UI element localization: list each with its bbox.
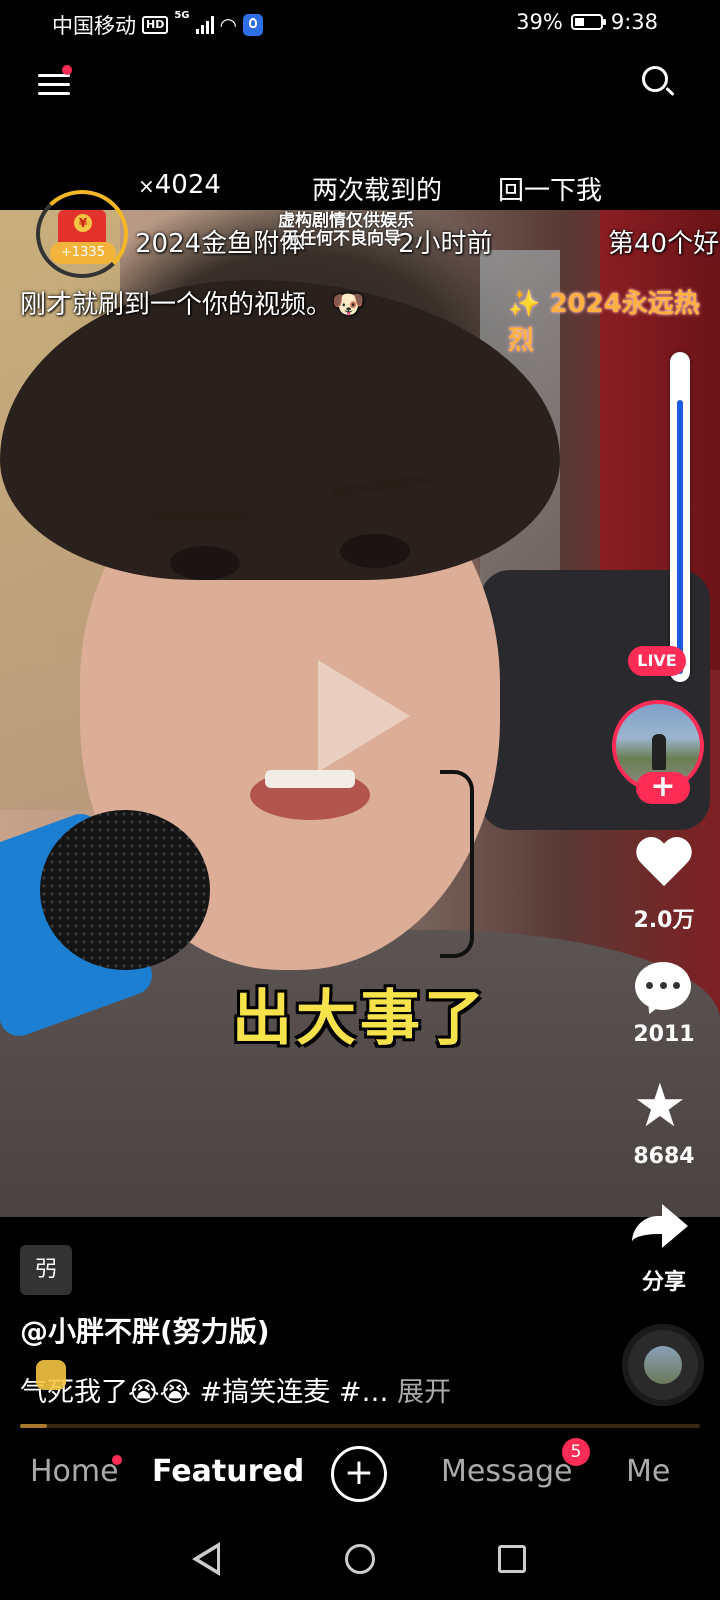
video-player[interactable]: 出大事了	[0, 210, 720, 1217]
wifi-icon: ◠	[219, 13, 237, 37]
comment-count: 2011	[633, 1022, 695, 1047]
status-bar: 中国移动 HD 5G ◠ 39% 9:38	[0, 0, 720, 50]
like-icon[interactable]	[636, 838, 692, 894]
share-label[interactable]: 分享	[612, 1264, 716, 1296]
danmaku-item: 回一下我	[498, 176, 603, 206]
video-progress-bar[interactable]	[20, 1424, 700, 1428]
play-icon[interactable]	[318, 660, 410, 772]
search-icon[interactable]	[642, 66, 676, 100]
danmaku-item: 刚才就刷到一个你的视频。🐶	[20, 290, 365, 320]
network-type: 5G	[174, 10, 190, 21]
video-subject	[440, 770, 474, 958]
disclaimer-line2: 无任何不良向导	[282, 229, 401, 249]
scroll-thumb	[677, 400, 683, 674]
create-button[interactable]: +	[331, 1446, 387, 1502]
sparkle-danmaku: ✨ 2024永远热烈	[508, 289, 700, 356]
status-right: 39% 9:38	[516, 10, 658, 34]
home-icon[interactable]	[345, 1544, 375, 1574]
tab-home[interactable]: Home	[30, 1454, 119, 1489]
carrier-label: 中国移动	[52, 14, 136, 38]
avatar-image	[652, 734, 666, 770]
live-badge: LIVE	[628, 646, 686, 676]
video-subject	[0, 280, 560, 580]
tab-message[interactable]: Message	[441, 1454, 572, 1489]
author-name[interactable]: @小胖不胖(努力版)	[20, 1310, 270, 1350]
expand-link[interactable]: 展开	[397, 1377, 451, 1408]
danmaku-item: ×4024	[138, 170, 221, 200]
danmaku-item: 两次载到的	[312, 176, 443, 206]
scroll-indicator[interactable]	[670, 352, 690, 682]
tab-me[interactable]: Me	[626, 1454, 670, 1489]
red-packet-count: +1335	[50, 242, 116, 264]
battery-percent: 39%	[516, 10, 563, 34]
video-subject	[150, 510, 250, 520]
description-text: 气死我了😭😭 #搞笑连麦 #…	[20, 1377, 389, 1408]
notification-dot	[62, 65, 72, 75]
share-icon[interactable]	[632, 1200, 692, 1250]
disclaimer-line1: 虚构剧情仅供娱乐	[278, 211, 414, 231]
tab-featured[interactable]: Featured	[152, 1454, 304, 1489]
red-packet-widget[interactable]: +1335	[36, 190, 130, 280]
danmaku-item: 第40个好	[608, 229, 720, 259]
favorite-icon[interactable]: ★	[633, 1076, 687, 1136]
music-disc-icon[interactable]	[622, 1324, 704, 1406]
post-description[interactable]: 气死我了😭😭 #搞笑连麦 #… 展开	[20, 1370, 451, 1409]
hd-badge: HD	[142, 16, 169, 34]
clock: 9:38	[610, 10, 658, 34]
comment-icon[interactable]	[635, 962, 691, 1010]
bulb-icon	[242, 14, 263, 36]
recent-apps-icon[interactable]	[498, 1545, 526, 1573]
tag-chip[interactable]: 弜	[20, 1245, 72, 1295]
shopping-bag-icon[interactable]	[36, 1360, 66, 1390]
back-icon[interactable]	[192, 1542, 220, 1576]
video-subject	[170, 546, 240, 580]
like-count: 2.0万	[633, 908, 695, 933]
battery-icon	[570, 14, 606, 30]
progress-fill	[20, 1424, 48, 1428]
message-badge: 5	[562, 1438, 590, 1466]
favorite-count: 8684	[633, 1144, 695, 1169]
microphone	[40, 810, 210, 970]
follow-button[interactable]: +	[636, 772, 690, 804]
status-left: 中国移动 HD 5G ◠	[52, 10, 263, 40]
home-notification-dot	[112, 1455, 122, 1465]
video-subject	[265, 770, 355, 788]
signal-icon	[195, 16, 214, 34]
video-subject	[340, 534, 410, 568]
